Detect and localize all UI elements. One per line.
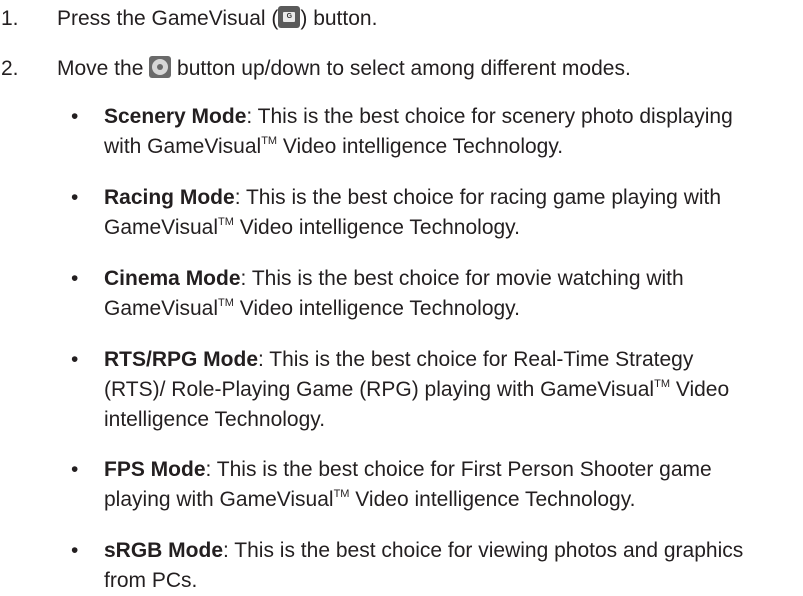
bullet-dot: •	[71, 186, 79, 209]
mode-term: Scenery Mode	[104, 105, 247, 128]
mode-line-2-post: Video	[669, 378, 730, 401]
trademark: TM	[261, 135, 278, 147]
five-way-joystick-icon	[149, 56, 172, 78]
step-text: Move the button up/down to select among …	[57, 54, 803, 84]
mode-fps: FPS Mode: This is the best choice for Fi…	[104, 455, 794, 515]
mode-term: RTS/RPG Mode	[104, 348, 259, 371]
step-text-before: Move the	[57, 57, 150, 80]
mode-line-2-pre: playing with GameVisual	[104, 488, 334, 511]
mode-line-2-post: Video intelligence Technology.	[277, 135, 564, 158]
step-text-after: button up/down to select among different…	[171, 57, 631, 80]
mode-line-1: : This is the best choice for First Pers…	[205, 458, 712, 481]
step-text-before: Press the GameVisual (	[57, 7, 279, 30]
trademark: TM	[333, 488, 350, 500]
bullet-dot: •	[71, 105, 79, 128]
mode-line-2-post: Video intelligence Technology.	[349, 488, 636, 511]
gamevisual-button-icon: G	[278, 6, 301, 28]
mode-line-1: : This is the best choice for scenery ph…	[246, 105, 733, 128]
mode-srgb: sRGB Mode: This is the best choice for v…	[104, 536, 794, 596]
bullet-dot: •	[71, 348, 79, 371]
bullet-dot: •	[71, 458, 79, 481]
mode-term: Racing Mode	[104, 186, 235, 209]
mode-line-2-post: Video intelligence Technology.	[233, 297, 520, 320]
trademark: TM	[218, 216, 234, 228]
mode-term: FPS Mode	[104, 458, 206, 481]
mode-term: sRGB Mode	[104, 539, 224, 562]
bullet-dot: •	[71, 267, 79, 290]
step-text: Press the GameVisual (G) button.	[57, 4, 803, 34]
mode-racing: Racing Mode: This is the best choice for…	[104, 183, 794, 243]
bullet-dot: •	[71, 539, 79, 562]
mode-line-2-pre: with GameVisual	[104, 135, 262, 158]
mode-line-2-pre: (RTS)/ Role-Playing Game (RPG) playing w…	[104, 378, 655, 401]
mode-line-1: : This is the best choice for Real-Time …	[258, 348, 694, 371]
mode-cinema: Cinema Mode: This is the best choice for…	[104, 264, 794, 324]
mode-term: Cinema Mode	[104, 267, 241, 290]
mode-line-2-pre: from PCs.	[104, 569, 198, 592]
mode-line-3: intelligence Technology.	[104, 408, 326, 431]
mode-line-1: : This is the best choice for viewing ph…	[223, 539, 744, 562]
mode-line-1: : This is the best choice for movie watc…	[240, 267, 684, 290]
trademark: TM	[218, 297, 234, 309]
step-text-after: ) button.	[300, 7, 378, 30]
trademark: TM	[654, 378, 670, 390]
step-number: 2.	[1, 57, 19, 80]
step-number: 1.	[1, 7, 19, 30]
mode-line-2-pre: GameVisual	[104, 297, 219, 320]
mode-rts-rpg: RTS/RPG Mode: This is the best choice fo…	[104, 345, 794, 435]
manual-page: 1. Press the GameVisual (G) button. 2. M…	[0, 0, 803, 592]
mode-scenery: Scenery Mode: This is the best choice fo…	[104, 102, 794, 162]
mode-line-2-post: Video intelligence Technology.	[233, 216, 520, 239]
mode-line-1: : This is the best choice for racing gam…	[234, 186, 722, 209]
mode-line-2-pre: GameVisual	[104, 216, 219, 239]
